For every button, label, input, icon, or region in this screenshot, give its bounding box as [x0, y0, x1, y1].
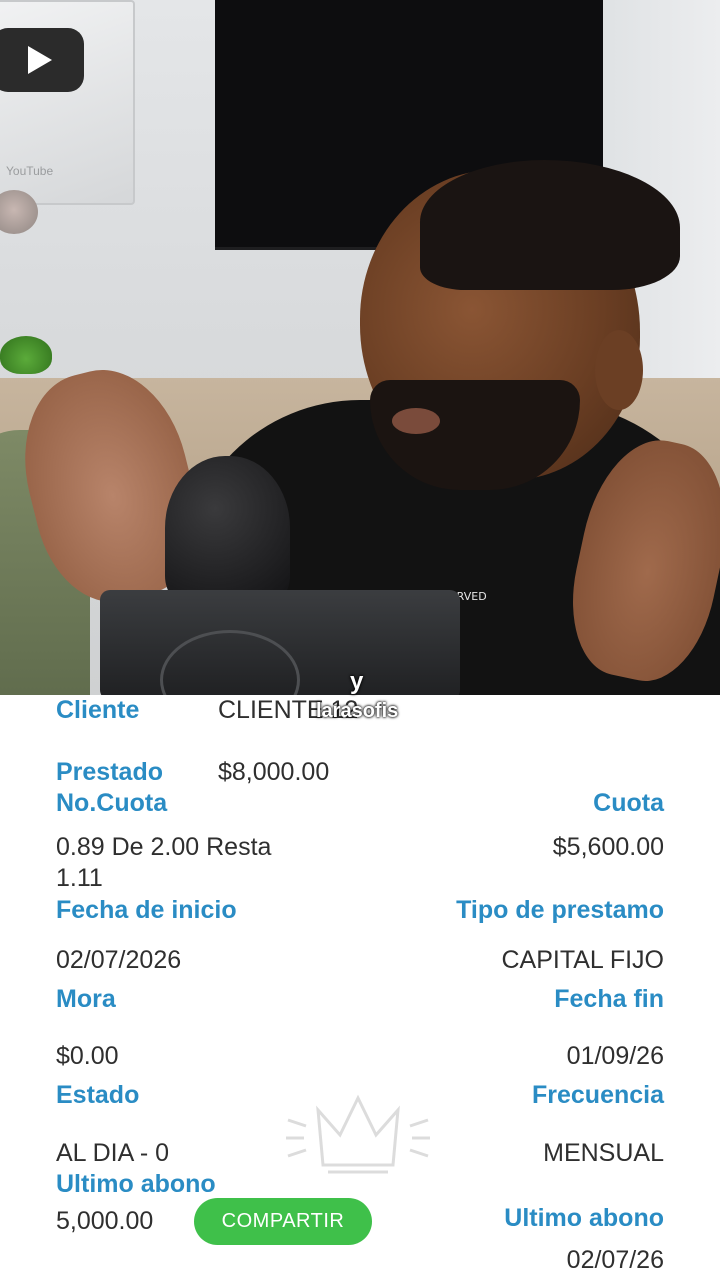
ultimo-abono-right-value: 02/07/26 [566, 1246, 664, 1274]
cuota-label: Cuota [593, 789, 664, 817]
crown-icon [286, 1094, 430, 1174]
ultimo-abono-right-label: Ultimo abono [504, 1204, 664, 1232]
no-cuota-value: 0.89 De 2.00 Resta [56, 833, 272, 861]
ultimo-abono-left-label: Ultimo abono [56, 1170, 216, 1198]
hair [420, 160, 680, 290]
watermark-letter: y [350, 668, 364, 695]
share-button[interactable]: COMPARTIR [194, 1198, 372, 1245]
fecha-fin-label: Fecha fin [554, 985, 664, 1013]
video-frame: YouTube ALL RIGHTS RESERVED [0, 0, 720, 695]
prestado-label: Prestado [56, 758, 163, 786]
prestado-value: $8,000.00 [218, 758, 330, 786]
fecha-inicio-label: Fecha de inicio [56, 896, 237, 924]
estado-label: Estado [56, 1081, 140, 1109]
ear [595, 330, 643, 410]
fecha-inicio-value: 02/07/2026 [56, 946, 182, 974]
mora-value: $0.00 [56, 1042, 119, 1070]
fecha-fin-value: 01/09/26 [566, 1042, 664, 1070]
mora-label: Mora [56, 985, 116, 1013]
frecuencia-label: Frecuencia [531, 1081, 664, 1109]
youtube-play-icon [0, 28, 84, 92]
no-cuota-remaining: 1.11 [56, 864, 103, 892]
youtube-plaque-text: YouTube [6, 164, 54, 178]
cliente-label: Cliente [56, 696, 140, 724]
watermark-handle: larasofis [316, 700, 399, 722]
ultimo-abono-left-value: 5,000.00 [56, 1207, 154, 1235]
frecuencia-value: MENSUAL [543, 1139, 664, 1167]
microphone [165, 456, 290, 606]
cuota-value: $5,600.00 [552, 833, 664, 861]
mouth [392, 408, 440, 434]
youtube-plaque: YouTube [0, 0, 135, 205]
tipo-prestamo-label: Tipo de prestamo [456, 896, 664, 924]
estado-value: AL DIA - 0 [56, 1139, 170, 1167]
frog-toy [0, 336, 52, 374]
tipo-prestamo-value: CAPITAL FIJO [501, 946, 664, 974]
no-cuota-label: No.Cuota [56, 789, 168, 817]
